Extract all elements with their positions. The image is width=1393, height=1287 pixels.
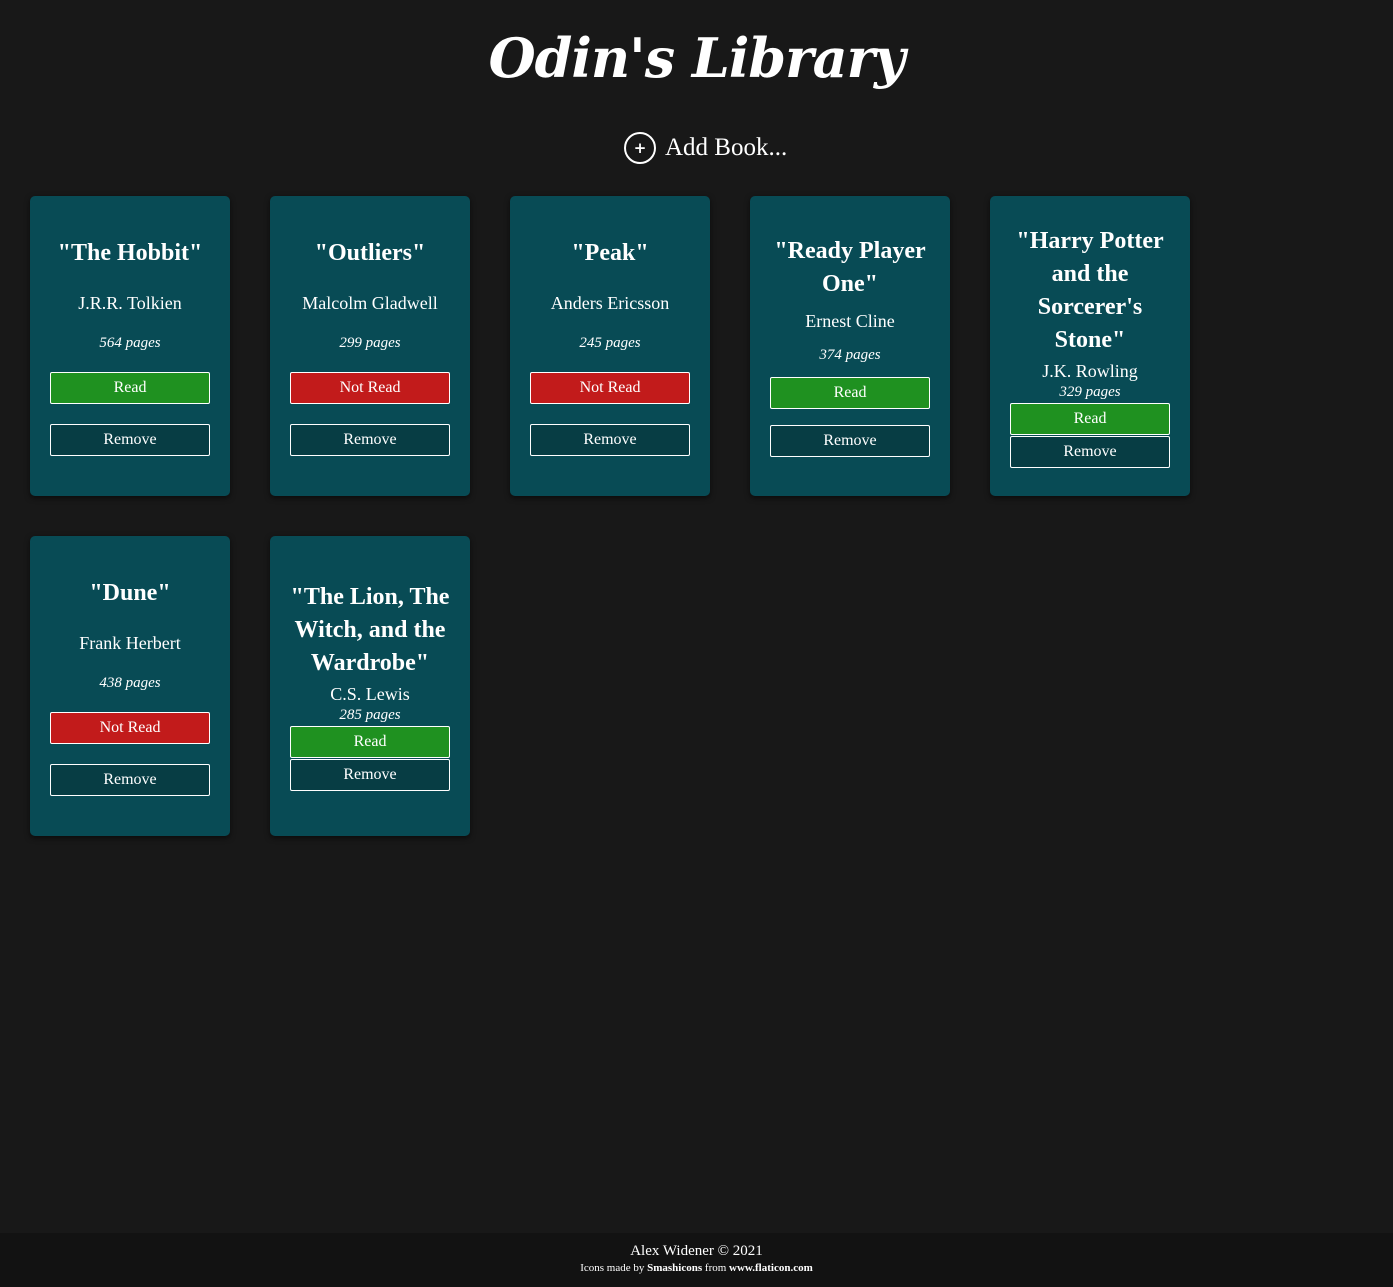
footer-credit: Alex Widener © 2021 bbox=[630, 1243, 763, 1259]
book-author: J.K. Rowling bbox=[1042, 360, 1138, 381]
plus-circle-icon: + bbox=[624, 132, 656, 164]
book-title: "The Lion, The Witch, and the Wardrobe" bbox=[290, 584, 450, 676]
book-card: "Dune" Frank Herbert 438 pages Not Read … bbox=[30, 536, 230, 836]
read-status-button[interactable]: Read bbox=[770, 377, 930, 409]
remove-button[interactable]: Remove bbox=[530, 423, 690, 456]
read-status-button[interactable]: Read bbox=[1010, 402, 1170, 435]
book-pages: 564 pages bbox=[99, 334, 161, 351]
book-author: J.R.R. Tolkien bbox=[78, 292, 182, 313]
read-status-button[interactable]: Read bbox=[290, 726, 450, 758]
book-title: "Peak" bbox=[571, 239, 649, 266]
book-card: "The Lion, The Witch, and the Wardrobe" … bbox=[270, 536, 470, 836]
remove-button[interactable]: Remove bbox=[50, 763, 210, 796]
site-title: Odin's Library bbox=[488, 26, 906, 90]
book-card: "Harry Potter and the Sorcerer's Stone" … bbox=[990, 196, 1190, 496]
remove-button[interactable]: Remove bbox=[1010, 435, 1170, 468]
add-book-label: Add Book... bbox=[665, 134, 788, 161]
book-card: "Ready Player One" Ernest Cline 374 page… bbox=[750, 196, 950, 496]
book-title: "Outliers" bbox=[314, 239, 426, 266]
book-author: C.S. Lewis bbox=[330, 684, 410, 704]
book-pages: 285 pages bbox=[339, 707, 401, 723]
icons-from: from bbox=[704, 1262, 727, 1274]
footer: Alex Widener © 2021 Icons made by Smashi… bbox=[0, 1233, 1393, 1287]
book-pages: 374 pages bbox=[819, 347, 881, 363]
book-author: Frank Herbert bbox=[79, 632, 181, 653]
flaticon-link[interactable]: www.flaticon.com bbox=[729, 1262, 813, 1274]
icons-author-link[interactable]: Smashicons bbox=[647, 1262, 702, 1274]
book-card: "Peak" Anders Ericsson 245 pages Not Rea… bbox=[510, 196, 710, 496]
read-status-button[interactable]: Not Read bbox=[530, 371, 690, 404]
footer-icons-credit: Icons made by Smashicons from www.flatic… bbox=[0, 1260, 1393, 1276]
book-author: Malcolm Gladwell bbox=[302, 292, 438, 313]
book-author: Ernest Cline bbox=[805, 311, 895, 331]
book-title: "Dune" bbox=[89, 579, 171, 606]
remove-button[interactable]: Remove bbox=[770, 425, 930, 457]
book-title: "Ready Player One" bbox=[774, 238, 926, 297]
icons-prefix: Icons made by bbox=[580, 1262, 645, 1274]
read-status-button[interactable]: Not Read bbox=[290, 371, 450, 404]
book-pages: 245 pages bbox=[579, 334, 641, 351]
book-title: "The Hobbit" bbox=[57, 239, 203, 266]
book-pages: 329 pages bbox=[1059, 383, 1121, 400]
book-pages: 438 pages bbox=[99, 674, 161, 691]
remove-button[interactable]: Remove bbox=[50, 423, 210, 456]
book-card: "The Hobbit" J.R.R. Tolkien 564 pages Re… bbox=[30, 196, 230, 496]
remove-button[interactable]: Remove bbox=[290, 759, 450, 791]
book-card: "Outliers" Malcolm Gladwell 299 pages No… bbox=[270, 196, 470, 496]
add-book-button[interactable]: + Add Book... bbox=[624, 130, 787, 166]
book-author: Anders Ericsson bbox=[550, 292, 670, 313]
read-status-button[interactable]: Read bbox=[50, 371, 210, 404]
book-title: "Harry Potter and the Sorcerer's Stone" bbox=[1016, 227, 1164, 353]
book-pages: 299 pages bbox=[339, 334, 401, 351]
remove-button[interactable]: Remove bbox=[290, 423, 450, 456]
read-status-button[interactable]: Not Read bbox=[50, 711, 210, 744]
